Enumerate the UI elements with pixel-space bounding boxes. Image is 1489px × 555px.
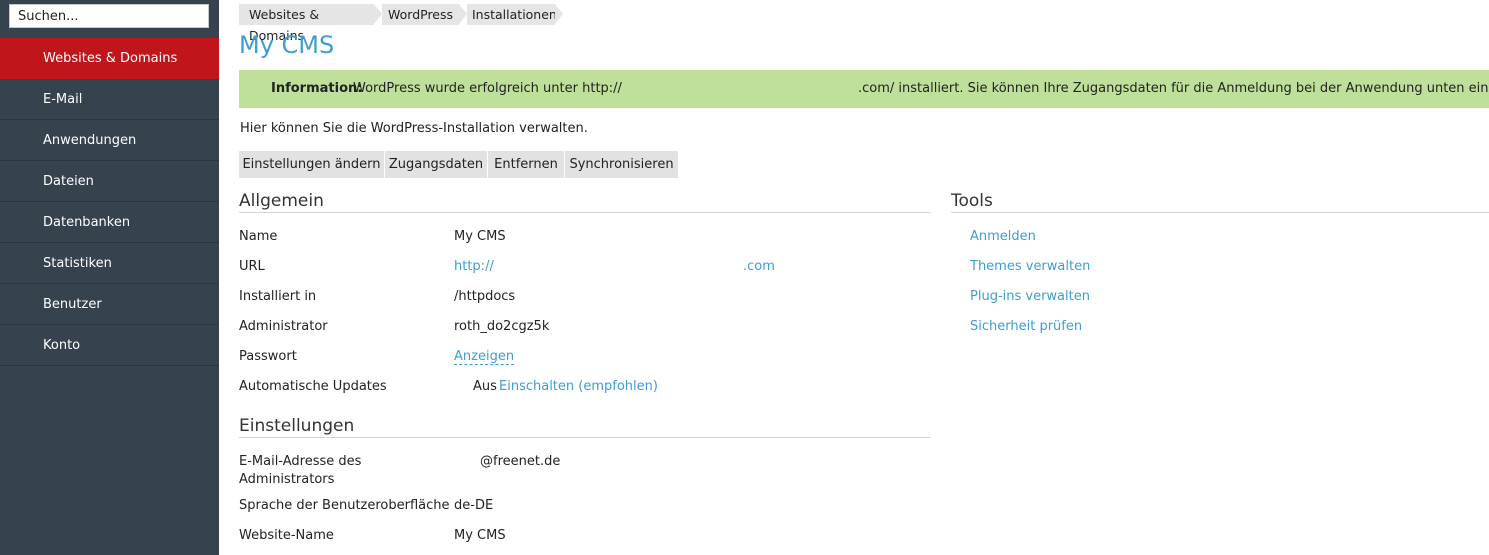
- tool-manage-themes-link[interactable]: Themes verwalten: [970, 259, 1090, 274]
- tool-manage-plugins-link[interactable]: Plug-ins verwalten: [970, 289, 1090, 304]
- intro-text: Hier können Sie die WordPress-Installati…: [240, 121, 588, 136]
- sidebar-item-dateien[interactable]: Dateien: [0, 162, 219, 202]
- sidebar-item-email[interactable]: E-Mail: [0, 80, 219, 120]
- url-label: URL: [239, 259, 265, 274]
- info-label: Information:: [271, 81, 363, 96]
- breadcrumb-websites-domains[interactable]: Websites & Domains: [239, 4, 374, 43]
- administrator-value: roth_do2cgz5k: [454, 319, 550, 334]
- name-value: My CMS: [454, 229, 506, 244]
- info-text-start: WordPress wurde erfolgreich unter http:/…: [353, 81, 622, 96]
- admin-email-label-line1: E-Mail-Adresse des: [239, 454, 362, 469]
- sidebar-item-konto[interactable]: Konto: [0, 326, 219, 366]
- info-message: Information: WordPress wurde erfolgreich…: [239, 70, 1489, 108]
- language-value: de-DE: [454, 498, 494, 513]
- installed-in-value: /httpdocs: [454, 289, 516, 304]
- sidebar-item-websites-domains[interactable]: Websites & Domains: [0, 38, 219, 80]
- section-divider: [239, 212, 931, 213]
- sidebar-item-benutzer[interactable]: Benutzer: [0, 285, 219, 325]
- auto-updates-value: Aus: [473, 379, 497, 394]
- page-title: My CMS: [239, 31, 335, 59]
- remove-button[interactable]: Entfernen: [488, 151, 565, 178]
- auto-updates-label: Automatische Updates: [239, 379, 387, 394]
- website-name-label: Website-Name: [239, 528, 334, 543]
- section-title-tools: Tools: [951, 191, 993, 211]
- website-name-value: My CMS: [454, 528, 506, 543]
- info-text-end: .com/ installiert. Sie können Ihre Zugan…: [858, 81, 1489, 96]
- section-title-settings: Einstellungen: [239, 416, 355, 436]
- section-divider: [239, 437, 931, 438]
- sidebar: Websites & Domains E-Mail Anwendungen Da…: [0, 0, 219, 555]
- language-label: Sprache der Benutzeroberfläche: [239, 498, 450, 513]
- sidebar-item-statistiken[interactable]: Statistiken: [0, 244, 219, 284]
- section-divider: [951, 212, 1489, 213]
- breadcrumb-arrow: [374, 4, 382, 24]
- admin-email-label-line2: Administrators: [239, 472, 335, 487]
- administrator-label: Administrator: [239, 319, 328, 334]
- enable-updates-link[interactable]: Einschalten (empfohlen): [499, 379, 658, 394]
- name-label: Name: [239, 229, 278, 244]
- section-title-general: Allgemein: [239, 191, 324, 211]
- url-link-start[interactable]: http://: [454, 259, 494, 274]
- breadcrumb-arrow: [459, 4, 467, 24]
- change-settings-button[interactable]: Einstellungen ändern: [239, 151, 385, 178]
- tool-check-security-link[interactable]: Sicherheit prüfen: [970, 319, 1082, 334]
- url-link-end[interactable]: .com: [743, 259, 775, 274]
- breadcrumb-wordpress[interactable]: WordPress: [382, 4, 459, 25]
- sidebar-item-anwendungen[interactable]: Anwendungen: [0, 121, 219, 161]
- sidebar-item-datenbanken[interactable]: Datenbanken: [0, 203, 219, 243]
- credentials-button[interactable]: Zugangsdaten: [385, 151, 488, 178]
- installed-in-label: Installiert in: [239, 289, 317, 304]
- admin-email-value: @freenet.de: [480, 454, 561, 469]
- breadcrumb-arrow: [555, 4, 563, 24]
- synchronize-button[interactable]: Synchronisieren: [565, 151, 678, 178]
- search-input[interactable]: [9, 4, 209, 28]
- show-password-link[interactable]: Anzeigen: [454, 349, 515, 365]
- tool-login-link[interactable]: Anmelden: [970, 229, 1036, 244]
- breadcrumb-installationen[interactable]: Installationen: [467, 4, 557, 25]
- password-label: Passwort: [239, 349, 297, 364]
